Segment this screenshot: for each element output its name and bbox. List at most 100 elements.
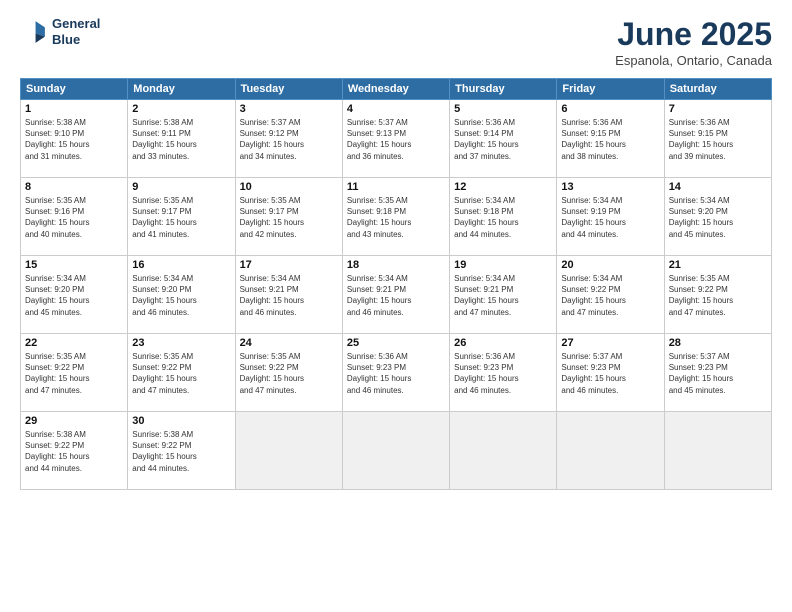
cell-sun-info: Sunrise: 5:34 AM Sunset: 9:20 PM Dayligh… [25,273,123,318]
cell-sun-info: Sunrise: 5:37 AM Sunset: 9:13 PM Dayligh… [347,117,445,162]
calendar-cell: 28 Sunrise: 5:37 AM Sunset: 9:23 PM Dayli… [664,334,771,412]
day-number: 6 [561,103,659,115]
day-number: 29 [25,415,123,427]
cell-sun-info: Sunrise: 5:36 AM Sunset: 9:15 PM Dayligh… [561,117,659,162]
calendar-cell: 30Sunrise: 5:38 AM Sunset: 9:22 PM Dayli… [128,412,235,490]
cell-sun-info: Sunrise: 5:34 AM Sunset: 9:21 PM Dayligh… [454,273,552,318]
cell-sun-info: Sunrise: 5:37 AM Sunset: 9:23 PM Dayligh… [669,351,767,396]
weekday-header-tuesday: Tuesday [235,79,342,100]
calendar-cell: 16 Sunrise: 5:34 AM Sunset: 9:20 PM Dayli… [128,256,235,334]
day-number: 18 [347,259,445,271]
day-number: 14 [669,181,767,193]
calendar-week-1: 1 Sunrise: 5:38 AM Sunset: 9:10 PM Daylig… [21,100,772,178]
cell-sun-info: Sunrise: 5:35 AM Sunset: 9:17 PM Dayligh… [132,195,230,240]
cell-sun-info: Sunrise: 5:37 AM Sunset: 9:23 PM Dayligh… [561,351,659,396]
calendar-cell: 26 Sunrise: 5:36 AM Sunset: 9:23 PM Dayli… [450,334,557,412]
cell-sun-info: Sunrise: 5:36 AM Sunset: 9:23 PM Dayligh… [454,351,552,396]
cell-sun-info: Sunrise: 5:36 AM Sunset: 9:15 PM Dayligh… [669,117,767,162]
weekday-header-friday: Friday [557,79,664,100]
day-number: 2 [132,103,230,115]
day-number: 26 [454,337,552,349]
day-number: 13 [561,181,659,193]
day-number: 22 [25,337,123,349]
calendar-cell: 8Sunrise: 5:35 AM Sunset: 9:16 PM Daylig… [21,178,128,256]
cell-sun-info: Sunrise: 5:34 AM Sunset: 9:21 PM Dayligh… [240,273,338,318]
cell-sun-info: Sunrise: 5:35 AM Sunset: 9:16 PM Dayligh… [25,195,123,240]
calendar-cell: 29 Sunrise: 5:38 AM Sunset: 9:22 PM Dayli… [21,412,128,490]
day-number: 20 [561,259,659,271]
logo-line1: General [52,16,100,32]
cell-sun-info: Sunrise: 5:36 AM Sunset: 9:14 PM Dayligh… [454,117,552,162]
weekday-header-monday: Monday [128,79,235,100]
calendar-cell: 20Sunrise: 5:34 AM Sunset: 9:22 PM Dayli… [557,256,664,334]
calendar-cell: 11Sunrise: 5:35 AM Sunset: 9:18 PM Dayli… [342,178,449,256]
calendar-cell [342,412,449,490]
day-number: 9 [132,181,230,193]
calendar-cell [664,412,771,490]
cell-sun-info: Sunrise: 5:35 AM Sunset: 9:18 PM Dayligh… [347,195,445,240]
cell-sun-info: Sunrise: 5:38 AM Sunset: 9:10 PM Dayligh… [25,117,123,162]
day-number: 7 [669,103,767,115]
calendar-cell: 15 Sunrise: 5:34 AM Sunset: 9:20 PM Dayli… [21,256,128,334]
calendar-cell: 24 Sunrise: 5:35 AM Sunset: 9:22 PM Dayli… [235,334,342,412]
day-number: 19 [454,259,552,271]
calendar-week-4: 22 Sunrise: 5:35 AM Sunset: 9:22 PM Dayli… [21,334,772,412]
logo-line2: Blue [52,32,100,48]
cell-sun-info: Sunrise: 5:38 AM Sunset: 9:22 PM Dayligh… [132,429,230,474]
calendar-cell: 12Sunrise: 5:34 AM Sunset: 9:18 PM Dayli… [450,178,557,256]
weekday-header-wednesday: Wednesday [342,79,449,100]
day-number: 4 [347,103,445,115]
calendar: SundayMondayTuesdayWednesdayThursdayFrid… [20,78,772,490]
cell-sun-info: Sunrise: 5:35 AM Sunset: 9:17 PM Dayligh… [240,195,338,240]
cell-sun-info: Sunrise: 5:34 AM Sunset: 9:20 PM Dayligh… [669,195,767,240]
cell-sun-info: Sunrise: 5:36 AM Sunset: 9:23 PM Dayligh… [347,351,445,396]
calendar-cell: 25Sunrise: 5:36 AM Sunset: 9:23 PM Dayli… [342,334,449,412]
cell-sun-info: Sunrise: 5:37 AM Sunset: 9:12 PM Dayligh… [240,117,338,162]
weekday-header-saturday: Saturday [664,79,771,100]
cell-sun-info: Sunrise: 5:34 AM Sunset: 9:21 PM Dayligh… [347,273,445,318]
cell-sun-info: Sunrise: 5:35 AM Sunset: 9:22 PM Dayligh… [25,351,123,396]
calendar-week-5: 29 Sunrise: 5:38 AM Sunset: 9:22 PM Dayli… [21,412,772,490]
day-number: 21 [669,259,767,271]
calendar-cell: 21 Sunrise: 5:35 AM Sunset: 9:22 PM Dayli… [664,256,771,334]
calendar-cell: 2 Sunrise: 5:38 AM Sunset: 9:11 PM Daylig… [128,100,235,178]
calendar-cell: 3 Sunrise: 5:37 AM Sunset: 9:12 PM Daylig… [235,100,342,178]
day-number: 3 [240,103,338,115]
calendar-cell: 13Sunrise: 5:34 AM Sunset: 9:19 PM Dayli… [557,178,664,256]
day-number: 16 [132,259,230,271]
calendar-cell: 17 Sunrise: 5:34 AM Sunset: 9:21 PM Dayli… [235,256,342,334]
calendar-cell: 14 Sunrise: 5:34 AM Sunset: 9:20 PM Dayli… [664,178,771,256]
calendar-cell: 10 Sunrise: 5:35 AM Sunset: 9:17 PM Dayli… [235,178,342,256]
calendar-cell: 18 Sunrise: 5:34 AM Sunset: 9:21 PM Dayli… [342,256,449,334]
day-number: 17 [240,259,338,271]
calendar-week-3: 15 Sunrise: 5:34 AM Sunset: 9:20 PM Dayli… [21,256,772,334]
day-number: 23 [132,337,230,349]
day-number: 24 [240,337,338,349]
calendar-cell: 27Sunrise: 5:37 AM Sunset: 9:23 PM Dayli… [557,334,664,412]
page: General Blue June 2025 Espanola, Ontario… [0,0,792,612]
cell-sun-info: Sunrise: 5:35 AM Sunset: 9:22 PM Dayligh… [240,351,338,396]
day-number: 10 [240,181,338,193]
calendar-cell [235,412,342,490]
day-number: 28 [669,337,767,349]
month-title: June 2025 [615,16,772,53]
cell-sun-info: Sunrise: 5:38 AM Sunset: 9:11 PM Dayligh… [132,117,230,162]
calendar-cell: 9 Sunrise: 5:35 AM Sunset: 9:17 PM Daylig… [128,178,235,256]
cell-sun-info: Sunrise: 5:35 AM Sunset: 9:22 PM Dayligh… [669,273,767,318]
cell-sun-info: Sunrise: 5:34 AM Sunset: 9:20 PM Dayligh… [132,273,230,318]
calendar-cell: 19 Sunrise: 5:34 AM Sunset: 9:21 PM Dayli… [450,256,557,334]
day-number: 15 [25,259,123,271]
calendar-cell: 22 Sunrise: 5:35 AM Sunset: 9:22 PM Dayli… [21,334,128,412]
header: General Blue June 2025 Espanola, Ontario… [20,16,772,68]
weekday-header-thursday: Thursday [450,79,557,100]
weekday-header-sunday: Sunday [21,79,128,100]
cell-sun-info: Sunrise: 5:35 AM Sunset: 9:22 PM Dayligh… [132,351,230,396]
calendar-cell: 23 Sunrise: 5:35 AM Sunset: 9:22 PM Dayli… [128,334,235,412]
weekday-header-row: SundayMondayTuesdayWednesdayThursdayFrid… [21,79,772,100]
calendar-cell: 1 Sunrise: 5:38 AM Sunset: 9:10 PM Daylig… [21,100,128,178]
calendar-cell [557,412,664,490]
location: Espanola, Ontario, Canada [615,53,772,68]
cell-sun-info: Sunrise: 5:38 AM Sunset: 9:22 PM Dayligh… [25,429,123,474]
day-number: 1 [25,103,123,115]
calendar-cell: 7 Sunrise: 5:36 AM Sunset: 9:15 PM Daylig… [664,100,771,178]
